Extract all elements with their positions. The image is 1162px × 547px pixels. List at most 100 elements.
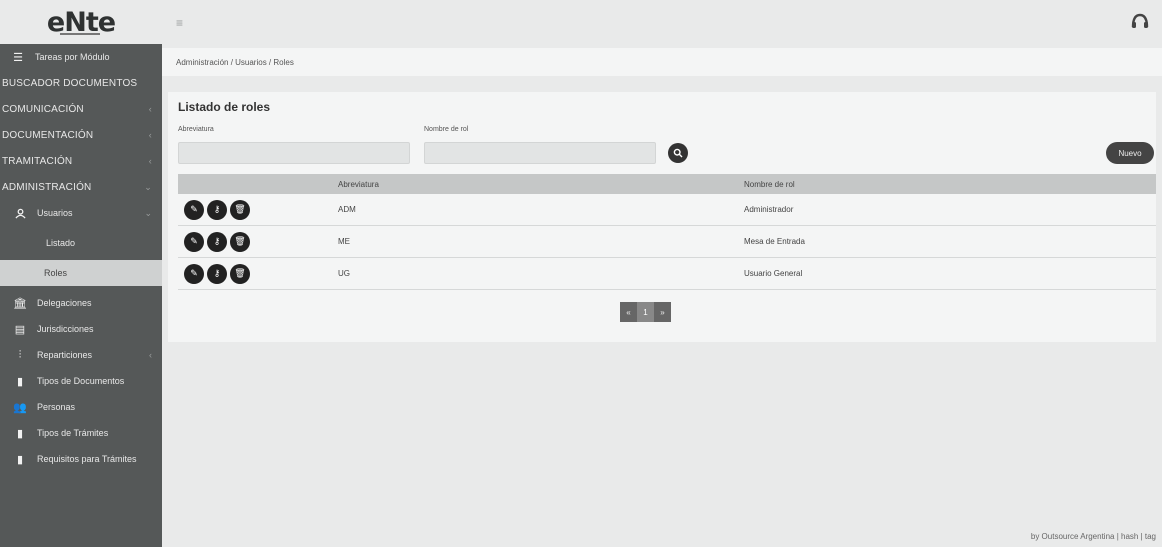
sidebar-item-label: BUSCADOR DOCUMENTOS bbox=[2, 77, 138, 89]
sidebar: eNte ☰ Tareas por Módulo BUSCADOR DOCUME… bbox=[0, 0, 162, 547]
sidebar-item-label: ADMINISTRACIÓN bbox=[2, 181, 92, 193]
files-icon: ▮ bbox=[16, 427, 24, 440]
sidebar-item-label: COMUNICACIÓN bbox=[2, 103, 84, 115]
sidebar-item-usuarios[interactable]: Usuarios ⌄ bbox=[0, 200, 162, 226]
sidebar-item-label: Listado bbox=[46, 238, 76, 248]
edit-icon: ✎ bbox=[190, 268, 198, 278]
clipboard-icon: ▮ bbox=[16, 453, 24, 466]
sidebar-item-tramitacion[interactable]: TRAMITACIÓN ‹ bbox=[0, 148, 162, 174]
sidebar-item-tipos-documentos[interactable]: ▮ Tipos de Documentos bbox=[0, 368, 162, 394]
users-icon: 👥 bbox=[13, 401, 27, 414]
sidebar-item-comunicacion[interactable]: COMUNICACIÓN ‹ bbox=[0, 96, 162, 122]
sidebar-item-roles[interactable]: Roles bbox=[0, 260, 162, 286]
building-icon: ▤ bbox=[14, 323, 26, 336]
key-icon: ⚷ bbox=[213, 236, 221, 246]
roles-card: Listado de roles Abreviatura Nombre de r… bbox=[168, 92, 1156, 342]
sidebar-item-label: Usuarios bbox=[37, 208, 73, 218]
sidebar-item-requisitos[interactable]: ▮ Requisitos para Trámites bbox=[0, 446, 162, 472]
table-cell: ME bbox=[338, 237, 350, 246]
sidebar-item-listado[interactable]: Listado bbox=[0, 230, 162, 256]
permissions-button[interactable]: ⚷ bbox=[207, 199, 227, 220]
permissions-button[interactable]: ⚷ bbox=[207, 231, 227, 252]
key-icon: ⚷ bbox=[213, 268, 221, 278]
row-actions: ✎ ⚷ 🗑 bbox=[178, 231, 338, 252]
roles-table: Abreviatura Nombre de rol ✎ ⚷ 🗑 ADM Admi… bbox=[178, 174, 1156, 290]
sidebar-item-label: Tareas por Módulo bbox=[35, 52, 110, 62]
sidebar-item-tareas[interactable]: ☰ Tareas por Módulo bbox=[0, 44, 162, 70]
table-header: Abreviatura Nombre de rol bbox=[178, 174, 1156, 194]
sidebar-item-label: Reparticiones bbox=[37, 350, 93, 360]
table-row: ✎ ⚷ 🗑 ME Mesa de Entrada bbox=[178, 226, 1156, 258]
chevron-left-icon: ‹ bbox=[148, 104, 152, 114]
logo-underline bbox=[60, 33, 100, 35]
trash-icon: 🗑 bbox=[234, 236, 246, 246]
table-cell: Administrador bbox=[744, 205, 794, 214]
table-row: ✎ ⚷ 🗑 UG Usuario General bbox=[178, 258, 1156, 290]
sidebar-item-label: TRAMITACIÓN bbox=[2, 155, 73, 167]
abreviatura-label: Abreviatura bbox=[178, 126, 214, 133]
sidebar-item-label: DOCUMENTACIÓN bbox=[2, 129, 94, 141]
sidebar-item-label: Requisitos para Trámites bbox=[37, 454, 137, 464]
abreviatura-input[interactable] bbox=[178, 142, 410, 164]
menu-toggle-icon[interactable]: ≡ bbox=[176, 16, 183, 30]
edit-icon: ✎ bbox=[190, 204, 198, 214]
delete-button[interactable]: 🗑 bbox=[230, 263, 250, 284]
edit-icon: ✎ bbox=[190, 236, 198, 246]
key-icon: ⚷ bbox=[213, 204, 221, 214]
chevron-down-icon: ⌄ bbox=[144, 207, 152, 218]
table-row: ✎ ⚷ 🗑 ADM Administrador bbox=[178, 194, 1156, 226]
sidebar-item-buscador[interactable]: BUSCADOR DOCUMENTOS bbox=[0, 70, 162, 96]
table-cell: Mesa de Entrada bbox=[744, 237, 805, 246]
footer-credit: by Outsource Argentina | hash | tag bbox=[1030, 532, 1156, 541]
sidebar-item-reparticiones[interactable]: ⫶ Reparticiones ‹ bbox=[0, 342, 162, 368]
sidebar-item-tipos-tramites[interactable]: ▮ Tipos de Trámites bbox=[0, 420, 162, 446]
prev-page-button[interactable]: « bbox=[620, 302, 637, 322]
chevron-left-icon: ‹ bbox=[148, 156, 152, 166]
edit-button[interactable]: ✎ bbox=[184, 231, 204, 252]
sidebar-item-delegaciones[interactable]: 🏛 Delegaciones bbox=[0, 290, 162, 316]
table-cell: ADM bbox=[338, 205, 356, 214]
chevron-left-icon: ‹ bbox=[148, 130, 152, 140]
topbar: ≡ bbox=[162, 0, 1162, 44]
sidebar-item-label: Jurisdicciones bbox=[37, 324, 94, 334]
sidebar-item-jurisdicciones[interactable]: ▤ Jurisdicciones bbox=[0, 316, 162, 342]
nombre-input[interactable] bbox=[424, 142, 656, 164]
bank-icon: 🏛 bbox=[13, 297, 27, 310]
sidebar-item-label: Tipos de Trámites bbox=[37, 428, 109, 438]
page-title: Listado de roles bbox=[178, 100, 271, 114]
search-button[interactable] bbox=[668, 143, 688, 163]
edit-button[interactable]: ✎ bbox=[184, 199, 204, 220]
page-button-current[interactable]: 1 bbox=[637, 302, 654, 322]
user-profile-icon[interactable] bbox=[1130, 12, 1150, 30]
edit-button[interactable]: ✎ bbox=[184, 263, 204, 284]
sitemap-icon: ⫶ bbox=[18, 348, 22, 361]
sidebar-item-administracion[interactable]: ADMINISTRACIÓN ⌄ bbox=[0, 174, 162, 200]
sidebar-item-label: Delegaciones bbox=[37, 298, 92, 308]
logo[interactable]: eNte bbox=[0, 0, 162, 44]
table-cell: Usuario General bbox=[744, 269, 803, 278]
sidebar-item-label: Personas bbox=[37, 402, 76, 412]
sidebar-item-documentacion[interactable]: DOCUMENTACIÓN ‹ bbox=[0, 122, 162, 148]
next-page-button[interactable]: » bbox=[654, 302, 671, 322]
permissions-button[interactable]: ⚷ bbox=[207, 263, 227, 284]
chevron-left-icon: ‹ bbox=[149, 350, 152, 360]
trash-icon: 🗑 bbox=[234, 268, 246, 278]
chevron-down-icon: ⌄ bbox=[144, 181, 152, 192]
table-cell: UG bbox=[338, 269, 350, 278]
user-icon bbox=[14, 207, 26, 219]
sidebar-item-personas[interactable]: 👥 Personas bbox=[0, 394, 162, 420]
search-icon bbox=[673, 148, 683, 158]
nombre-label: Nombre de rol bbox=[424, 126, 469, 133]
file-icon: ▮ bbox=[16, 375, 24, 388]
list-icon: ☰ bbox=[13, 51, 23, 64]
delete-button[interactable]: 🗑 bbox=[230, 231, 250, 252]
row-actions: ✎ ⚷ 🗑 bbox=[178, 199, 338, 220]
nuevo-button[interactable]: Nuevo bbox=[1106, 142, 1154, 164]
delete-button[interactable]: 🗑 bbox=[230, 199, 250, 220]
sidebar-item-label: Tipos de Documentos bbox=[37, 376, 125, 386]
pagination: « 1 » bbox=[620, 302, 671, 322]
sidebar-item-label: Roles bbox=[44, 268, 68, 278]
breadcrumb: Administración / Usuarios / Roles bbox=[162, 48, 1162, 76]
table-header-cell: Abreviatura bbox=[338, 179, 379, 189]
row-actions: ✎ ⚷ 🗑 bbox=[178, 263, 338, 284]
